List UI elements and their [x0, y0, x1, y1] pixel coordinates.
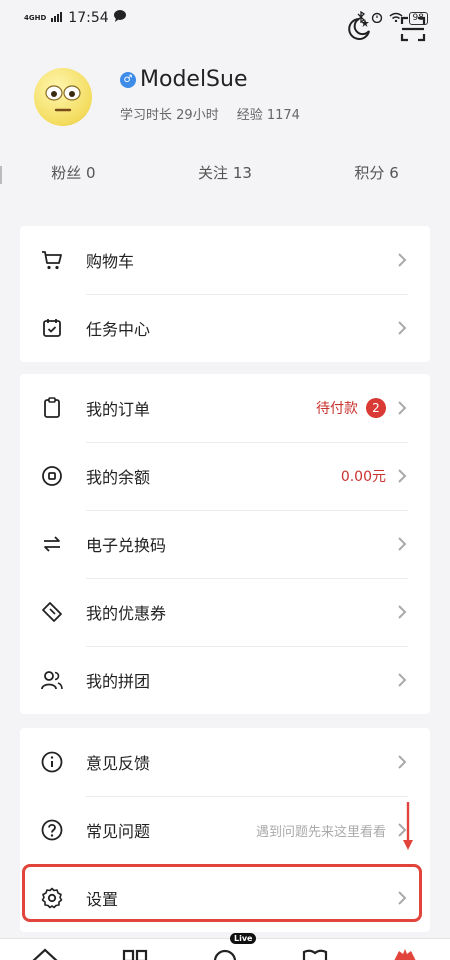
- cart-icon: [40, 248, 64, 272]
- card-shopping: 购物车 任务中心: [20, 226, 430, 362]
- profile-header[interactable]: ♂ ModelSue 学习时长 29小时 经验 1174: [34, 67, 300, 126]
- bottom-tab-bar: Live: [0, 933, 450, 960]
- stats-bar: 粉丝 0 关注 13 积分 6: [0, 162, 450, 188]
- stat-following[interactable]: 关注 13: [198, 162, 252, 188]
- experience-value: 1174: [266, 108, 300, 123]
- menu-item-cart[interactable]: 购物车: [20, 226, 430, 294]
- menu-item-redeem-code[interactable]: 电子兑换码: [20, 510, 430, 578]
- menu-item-coupons[interactable]: 我的优惠券: [20, 578, 430, 646]
- stats-divider: [0, 166, 2, 184]
- menu-item-group-buy[interactable]: 我的拼团: [20, 646, 430, 714]
- status-time: 17:54: [68, 10, 109, 26]
- experience: 经验 1174: [237, 104, 300, 123]
- night-mode-icon[interactable]: [344, 14, 374, 44]
- study-time-value: 29小时: [176, 108, 219, 123]
- experience-label: 经验: [236, 108, 263, 123]
- clipboard-icon: [40, 396, 64, 420]
- stat-label: 关注: [198, 164, 229, 182]
- book-icon[interactable]: [301, 945, 329, 960]
- menu-item-label: 设置: [86, 890, 119, 909]
- gender-male-icon: ♂: [120, 71, 136, 88]
- info-icon: [40, 750, 64, 774]
- username: ModelSue: [140, 67, 248, 92]
- card-support: 意见反馈 常见问题 遇到问题先来这里看看 设置: [20, 728, 430, 932]
- chevron-right-icon: [394, 890, 410, 906]
- menu-item-label: 意见反馈: [86, 754, 151, 773]
- coin-icon: [40, 464, 64, 488]
- network-indicator: 4GHD: [24, 14, 47, 22]
- menu-item-label: 我的优惠券: [86, 604, 167, 623]
- study-time-label: 学习时长: [120, 108, 173, 123]
- gear-icon: [40, 886, 64, 910]
- stat-points[interactable]: 积分 6: [354, 162, 398, 188]
- chevron-right-icon: [394, 672, 410, 688]
- order-status: 待付款: [316, 401, 358, 417]
- menu-item-label: 购物车: [86, 252, 135, 271]
- message-icon: [113, 10, 126, 26]
- stat-label: 积分: [354, 164, 385, 182]
- menu-item-label: 我的余额: [86, 468, 151, 487]
- menu-item-label: 我的订单: [86, 400, 151, 419]
- signal-icon: [51, 10, 63, 26]
- card-account: 我的订单 待付款 2 我的余额 0.00元 电子兑换码 我的优惠券 我的拼团: [20, 374, 430, 714]
- avatar[interactable]: [34, 68, 92, 126]
- stat-value: 6: [389, 164, 399, 182]
- order-count-badge: 2: [366, 398, 386, 418]
- question-icon: [40, 818, 64, 842]
- chevron-right-icon: [394, 320, 410, 336]
- chevron-right-icon: [394, 400, 410, 416]
- study-time: 学习时长 29小时: [120, 104, 219, 123]
- exchange-icon: [40, 532, 64, 556]
- profile-tab-icon[interactable]: [391, 945, 419, 960]
- chevron-right-icon: [394, 536, 410, 552]
- menu-item-label: 我的拼团: [86, 672, 151, 691]
- category-icon[interactable]: [121, 945, 149, 960]
- stat-value: 13: [232, 164, 252, 182]
- menu-item-orders[interactable]: 我的订单 待付款 2: [20, 374, 430, 442]
- stat-followers[interactable]: 粉丝 0: [51, 162, 95, 188]
- arrow-down-icon: [403, 802, 413, 850]
- ticket-icon: [40, 600, 64, 624]
- live-icon[interactable]: [211, 945, 239, 960]
- live-badge: Live: [230, 933, 257, 944]
- menu-item-balance[interactable]: 我的余额 0.00元: [20, 442, 430, 510]
- menu-item-label: 任务中心: [86, 320, 151, 339]
- chevron-right-icon: [394, 604, 410, 620]
- faq-hint: 遇到问题先来这里看看: [255, 824, 386, 840]
- menu-item-label: 电子兑换码: [86, 536, 167, 555]
- menu-item-task-center[interactable]: 任务中心: [20, 294, 430, 362]
- balance-value: 0.00元: [340, 469, 386, 485]
- calendar-check-icon: [40, 316, 64, 340]
- stat-label: 粉丝: [51, 164, 82, 182]
- menu-item-settings[interactable]: 设置: [20, 864, 430, 932]
- chevron-right-icon: [394, 252, 410, 268]
- chevron-right-icon: [394, 754, 410, 770]
- chevron-right-icon: [394, 468, 410, 484]
- scan-icon[interactable]: [398, 14, 428, 44]
- home-icon[interactable]: [31, 945, 59, 960]
- menu-item-feedback[interactable]: 意见反馈: [20, 728, 430, 796]
- menu-item-faq[interactable]: 常见问题 遇到问题先来这里看看: [20, 796, 430, 864]
- menu-item-label: 常见问题: [86, 822, 151, 841]
- stat-value: 0: [86, 164, 96, 182]
- group-icon: [40, 668, 64, 692]
